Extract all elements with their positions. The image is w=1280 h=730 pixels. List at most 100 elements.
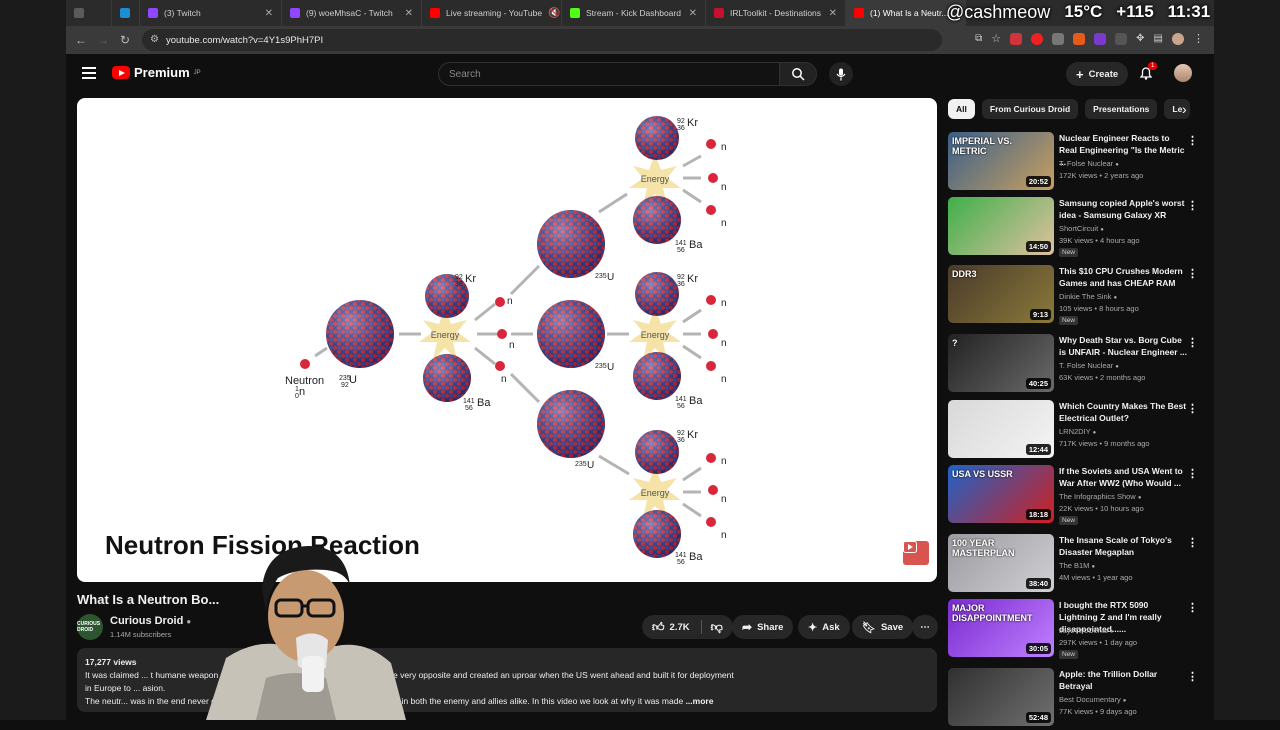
close-icon[interactable]: ✕ (405, 8, 413, 19)
video-thumbnail[interactable]: 12:44 (948, 400, 1054, 458)
more-vertical-icon[interactable]: ⋮ (1187, 536, 1198, 549)
hud-counter: +115 (1116, 2, 1154, 21)
video-player[interactable]: Energy Energy Energy Energy Neutron n U … (77, 98, 937, 582)
bookmark-star-icon[interactable]: ☆ (991, 32, 1001, 45)
close-icon[interactable]: ✕ (265, 8, 273, 19)
search-input[interactable]: Search (438, 62, 780, 86)
recommendation-channel[interactable]: The B1M ● (1059, 561, 1095, 570)
recommendation-channel[interactable]: ShortCircuit ● (1059, 224, 1104, 233)
tab-kick[interactable]: Stream - Kick Dashboard ✕ (562, 0, 706, 26)
share-button[interactable]: ➦ Share (732, 615, 794, 639)
back-icon[interactable]: ← (70, 33, 92, 47)
svg-text:56: 56 (465, 405, 473, 412)
extension-icon[interactable] (1052, 32, 1065, 45)
channel-name-text: Curious Droid (110, 615, 184, 627)
puzzle-icon[interactable]: ✥ (1136, 33, 1144, 44)
like-button[interactable]: 👍︎ 2.7K 👎︎ (642, 615, 733, 639)
close-icon[interactable]: ✕ (829, 8, 837, 19)
tab-pinned-1[interactable] (66, 0, 112, 26)
video-thumbnail[interactable]: DDR3 9:13 (948, 265, 1054, 323)
recommendation-item[interactable]: DDR3 9:13 This $10 CPU Crushes Modern Game… (948, 265, 1204, 327)
more-vertical-icon[interactable]: ⋮ (1187, 336, 1198, 349)
recommendation-item[interactable]: 14:50 Samsung copied Apple's worst idea -… (948, 197, 1204, 259)
tab-label: Live streaming - YouTube (446, 8, 543, 18)
recommendation-item[interactable]: USA VS USSR 18:18 If the Soviets and USA W… (948, 465, 1204, 527)
recommendation-channel[interactable]: Dinkie The Sink ● (1059, 292, 1117, 301)
close-icon[interactable]: ✕ (689, 8, 697, 19)
chip-all[interactable]: All (948, 99, 975, 119)
kick-icon (570, 8, 580, 18)
show-more-link[interactable]: ...more (686, 696, 714, 706)
recommendation-title[interactable]: Apple: the Trillion Dollar Betrayal (1059, 668, 1189, 692)
video-thumbnail[interactable]: 52:48 (948, 668, 1054, 726)
channel-avatar[interactable]: CURIOUS DROID (77, 614, 103, 640)
extension-icon[interactable] (1073, 32, 1086, 45)
tab-irltoolkit[interactable]: IRLToolkit - Destinations ✕ (706, 0, 846, 26)
tab-pinned-2[interactable] (112, 0, 140, 26)
recommendation-title[interactable]: Which Country Makes The Best Electrical … (1059, 400, 1189, 424)
recommendation-channel[interactable]: T. Folse Nuclear ● (1059, 361, 1119, 370)
hamburger-menu-icon[interactable] (82, 67, 96, 82)
sidebar-icon[interactable]: ▤ (1154, 33, 1163, 44)
ask-button[interactable]: ✦ Ask (798, 615, 850, 639)
more-vertical-icon[interactable]: ⋮ (1187, 670, 1198, 683)
more-vertical-icon[interactable]: ⋮ (1187, 601, 1198, 614)
more-vertical-icon[interactable]: ⋮ (1187, 134, 1198, 147)
recommendation-item[interactable]: IMPERIAL VS. METRIC 20:52 Nuclear Engineer… (948, 132, 1204, 194)
more-vertical-icon[interactable]: ⋮ (1187, 267, 1198, 280)
more-vertical-icon[interactable]: ⋮ (1187, 402, 1198, 415)
video-thumbnail[interactable]: MAJOR DISAPPOINTMENT 30:05 (948, 599, 1054, 657)
video-thumbnail[interactable]: 100 YEAR MASTERPLAN 38:40 (948, 534, 1054, 592)
account-avatar[interactable] (1174, 64, 1192, 82)
site-settings-icon[interactable]: ⚙ (150, 34, 161, 45)
chip-presentations[interactable]: Presentations (1085, 99, 1158, 119)
tab-twitch-channel[interactable]: (9) woeMhsaC - Twitch ✕ (282, 0, 422, 26)
video-thumbnail[interactable]: USA VS USSR 18:18 (948, 465, 1054, 523)
more-vertical-icon[interactable]: ⋮ (1187, 199, 1198, 212)
save-button[interactable]: 🔖︎ Save (852, 615, 914, 639)
chip-from-channel[interactable]: From Curious Droid (981, 99, 1079, 119)
mute-icon[interactable]: 🔇 (548, 8, 560, 19)
recommendation-title[interactable]: Samsung copied Apple's worst idea - Sams… (1059, 197, 1189, 221)
recommendation-channel[interactable]: T. Folse Nuclear ● (1059, 159, 1119, 168)
more-vertical-icon[interactable]: ⋮ (1187, 467, 1198, 480)
recommendation-item[interactable]: MAJOR DISAPPOINTMENT 30:05 I bought the RT… (948, 599, 1204, 661)
video-thumbnail[interactable]: 14:50 (948, 197, 1054, 255)
extension-icon[interactable] (1115, 32, 1128, 45)
voice-search-button[interactable] (829, 62, 853, 86)
extension-icon[interactable] (1094, 32, 1107, 45)
brand-label: Premium (134, 65, 190, 80)
tab-twitch[interactable]: (3) Twitch ✕ (140, 0, 282, 26)
recommendation-title[interactable]: This $10 CPU Crushes Modern Games and ha… (1059, 265, 1189, 289)
recommendation-channel[interactable]: JayzTwoCents ● (1059, 626, 1114, 635)
recommendation-title[interactable]: If the Soviets and USA Went to War After… (1059, 465, 1189, 489)
url-field[interactable]: ⚙ youtube.com/watch?v=4Y1s9PhH7PI (142, 29, 942, 51)
extension-icon[interactable] (1031, 32, 1044, 45)
recommendation-channel[interactable]: Best Documentary ● (1059, 695, 1126, 704)
recommendation-item[interactable]: 52:48 Apple: the Trillion Dollar Betrayal… (948, 668, 1204, 730)
profile-icon[interactable] (1172, 32, 1184, 45)
install-icon[interactable]: ⧉ (975, 33, 982, 44)
search-button[interactable] (779, 62, 817, 86)
recommendation-item[interactable]: 12:44 Which Country Makes The Best Electr… (948, 400, 1204, 462)
recommendation-title[interactable]: The Insane Scale of Tokyo's Disaster Meg… (1059, 534, 1189, 558)
recommendation-title[interactable]: Why Death Star vs. Borg Cube is UNFAIR -… (1059, 334, 1189, 358)
chevron-right-icon[interactable]: › (1182, 101, 1187, 117)
tab-youtube-live[interactable]: Live streaming - YouTube 🔇 (422, 0, 562, 26)
more-actions-button[interactable]: ⋯ (912, 615, 938, 639)
extension-icon[interactable] (1010, 32, 1023, 45)
recommendation-channel[interactable]: The Infographics Show ● (1059, 492, 1141, 501)
forward-icon[interactable]: → (92, 33, 114, 47)
recommendation-item[interactable]: 100 YEAR MASTERPLAN 38:40 The Insane Scale… (948, 534, 1204, 596)
youtube-logo[interactable]: Premium JP (112, 65, 201, 80)
menu-kebab-icon[interactable]: ⋮ (1193, 32, 1204, 45)
recommendation-channel[interactable]: LRN2DIY ● (1059, 427, 1096, 436)
recommendation-item[interactable]: ? 40:25 Why Death Star vs. Borg Cube is UN… (948, 334, 1204, 396)
video-thumbnail[interactable]: ? 40:25 (948, 334, 1054, 392)
video-thumbnail[interactable]: IMPERIAL VS. METRIC 20:52 (948, 132, 1054, 190)
channel-name[interactable]: Curious Droid ● (110, 615, 191, 627)
filter-chips: All From Curious Droid Presentations Le (948, 98, 1204, 120)
reload-icon[interactable]: ↻ (114, 33, 136, 47)
thumbs-down-icon[interactable]: 👎︎ (711, 620, 723, 635)
create-button[interactable]: + Create (1066, 62, 1129, 86)
